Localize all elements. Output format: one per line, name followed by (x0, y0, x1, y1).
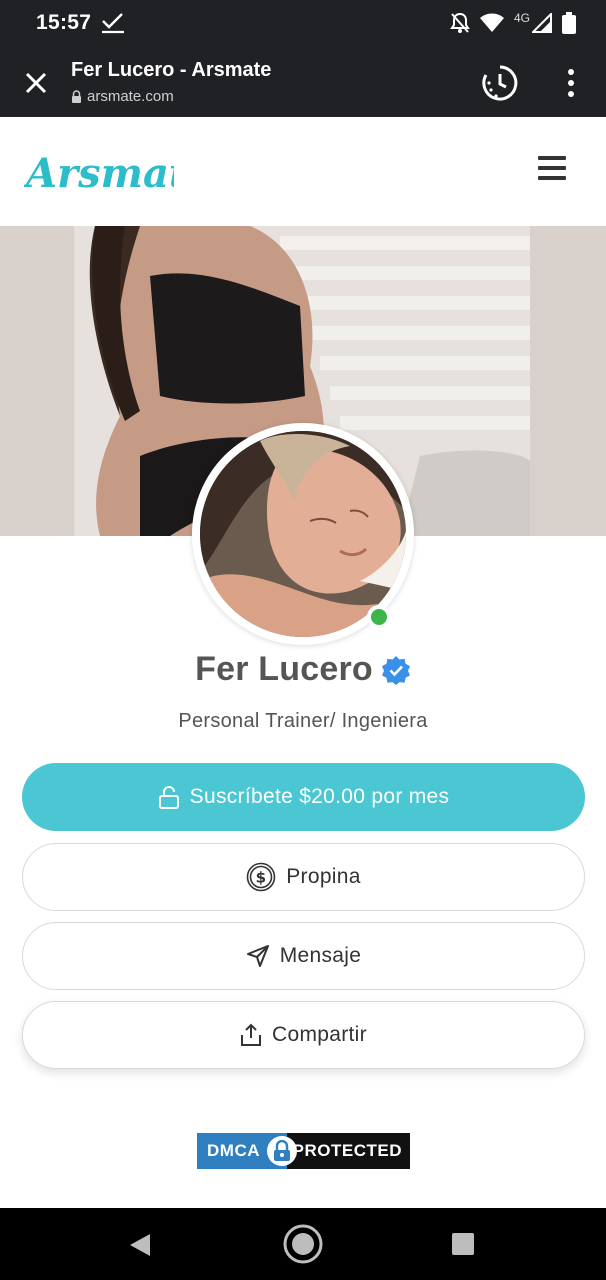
battery-icon (562, 12, 576, 34)
site-header: Arsmate (0, 117, 606, 226)
status-icons: 4G (450, 10, 576, 36)
dmca-lock-icon (267, 1136, 297, 1166)
verified-badge-icon (381, 655, 410, 685)
back-icon[interactable] (128, 1232, 152, 1258)
share-button[interactable]: Compartir (22, 1001, 585, 1069)
history-icon[interactable] (480, 63, 520, 103)
recents-icon[interactable] (452, 1233, 474, 1255)
send-icon (246, 945, 269, 967)
hamburger-icon[interactable] (534, 153, 570, 189)
status-bar: 15:57 4G (0, 0, 606, 48)
page-title: Fer Lucero - Arsmate (71, 59, 272, 81)
share-upload-icon (241, 1023, 262, 1046)
message-button[interactable]: Mensaje (22, 922, 585, 990)
wifi-icon (479, 13, 504, 32)
browser-toolbar: Fer Lucero - Arsmate arsmate.com (0, 48, 606, 117)
hamburger-line (538, 156, 566, 160)
profile-name-row: Fer Lucero (0, 650, 606, 689)
dollar-coin-icon: $ (246, 862, 276, 892)
mute-icon (450, 12, 470, 33)
profile-name: Fer Lucero (195, 650, 373, 688)
dmca-badge[interactable]: DMCA PROTECTED (197, 1133, 410, 1169)
page-url[interactable]: arsmate.com (71, 88, 174, 105)
subscribe-label: Suscríbete $20.00 por mes (189, 785, 450, 808)
share-label: Compartir (272, 1023, 367, 1046)
network-type: 4G (513, 11, 530, 25)
check-icon (102, 13, 124, 34)
url-text: arsmate.com (87, 88, 174, 105)
subscribe-button[interactable]: Suscríbete $20.00 por mes (22, 763, 585, 831)
tip-button[interactable]: $ Propina (22, 843, 585, 911)
message-label: Mensaje (279, 944, 362, 967)
logo-text: Arsmate (24, 150, 174, 197)
hamburger-line (538, 166, 566, 170)
unlock-icon (158, 786, 179, 809)
system-nav-bar (0, 1208, 606, 1280)
signal-icon (532, 13, 552, 33)
online-status-dot (367, 605, 391, 629)
tip-label: Propina (286, 865, 361, 888)
arsmate-logo[interactable]: Arsmate (24, 141, 174, 201)
svg-text:$: $ (256, 869, 267, 887)
profile-avatar[interactable] (192, 423, 414, 645)
close-icon[interactable] (20, 67, 52, 99)
hamburger-line (538, 176, 566, 180)
more-vert-icon[interactable] (558, 66, 584, 100)
lock-icon (72, 90, 81, 103)
dmca-right-text: PROTECTED (292, 1141, 402, 1160)
status-time: 15:57 (36, 11, 92, 34)
profile-bio: Personal Trainer/ Ingeniera (178, 710, 428, 732)
home-icon[interactable] (283, 1224, 323, 1264)
